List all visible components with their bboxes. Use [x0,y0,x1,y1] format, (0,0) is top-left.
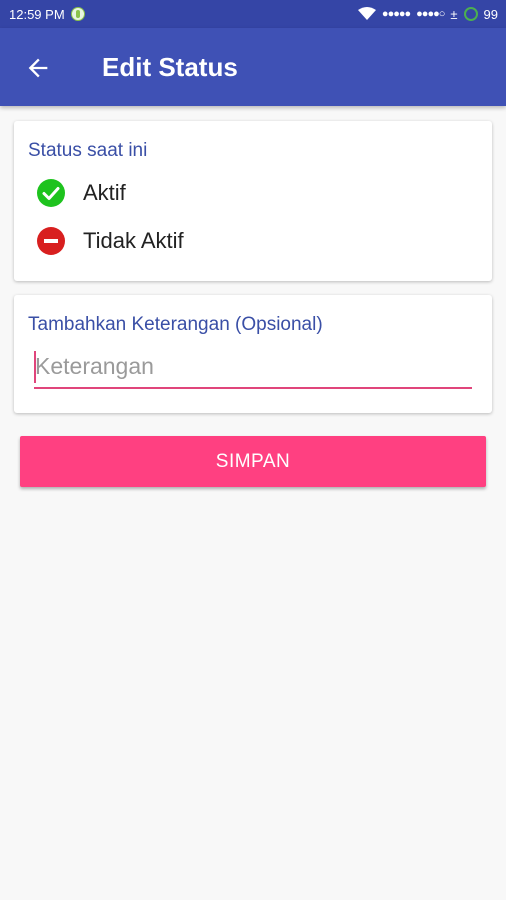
status-card-label: Status saat ini [28,140,148,161]
text-cursor [34,351,36,383]
data-indicator: ± [450,6,458,22]
save-button[interactable]: SIMPAN [20,436,486,487]
battery-level: 99 [483,6,498,22]
app-bar: Edit Status [0,28,506,106]
wifi-icon [357,7,376,20]
arrow-back-icon[interactable] [24,54,52,82]
app-notification-icon [70,7,85,21]
status-bar-left: 12:59 PM [9,7,85,22]
status-option-label: Aktif [83,180,126,205]
status-card: Status saat ini Aktif Tidak Aktif [14,121,492,281]
note-input[interactable] [34,345,472,389]
status-bar: 12:59 PM ●●●●● ●●●●○ ± 99 [0,0,506,28]
signal-strength-2: ●●●●○ [416,8,445,20]
status-time: 12:59 PM [9,6,65,22]
status-bar-right: ●●●●● ●●●●○ ± 99 [357,6,498,22]
signal-strength-1: ●●●●● [381,8,411,20]
check-circle-icon [37,179,65,207]
battery-icon [463,7,478,21]
note-card-label: Tambahkan Keterangan (Opsional) [28,314,323,335]
note-card: Tambahkan Keterangan (Opsional) [14,295,492,413]
minus-circle-icon [37,227,65,255]
status-option-aktif[interactable]: Aktif [36,178,126,208]
page-title: Edit Status [102,52,238,82]
status-option-label: Tidak Aktif [83,228,184,253]
status-option-tidak-aktif[interactable]: Tidak Aktif [36,226,184,256]
